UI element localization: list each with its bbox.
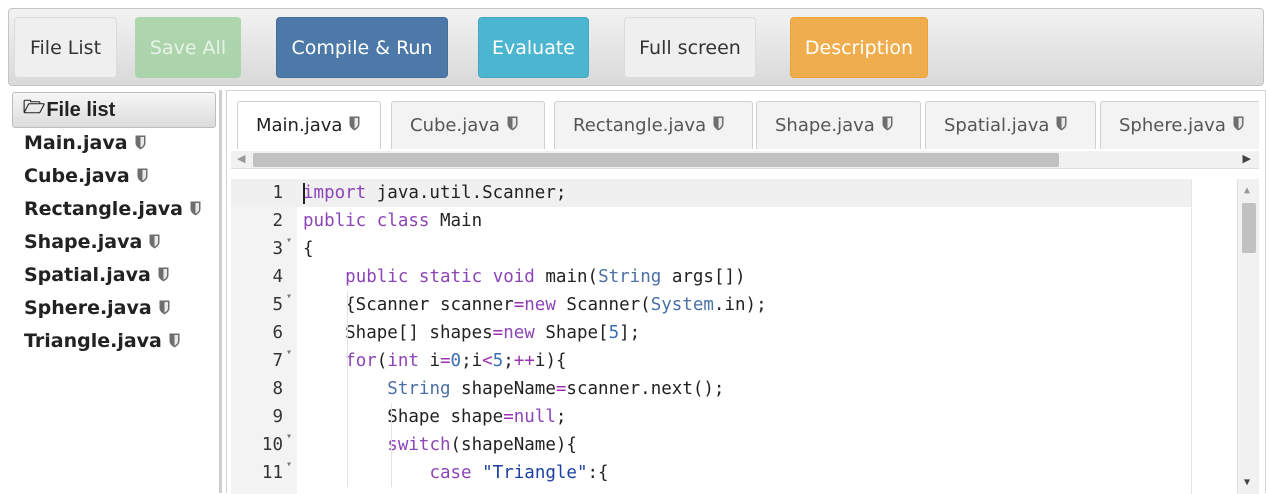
code-area[interactable]: ▲ ▼ 1 import java.util.Scanner; 2 public cl…	[231, 179, 1259, 494]
file-item-label: Main.java	[24, 132, 128, 154]
code-line[interactable]: 9 Shape shape=null;	[231, 403, 1191, 431]
description-button[interactable]: Description	[790, 17, 928, 78]
file-item[interactable]: Sphere.java	[24, 297, 170, 320]
file-item[interactable]: Main.java	[24, 132, 146, 155]
tab-sphere-java[interactable]: Sphere.java	[1100, 101, 1259, 149]
file-item[interactable]: Shape.java	[24, 231, 160, 254]
shield-icon	[135, 133, 146, 155]
shield-icon	[190, 199, 201, 221]
line-number: 4	[272, 267, 283, 287]
file-item-label: Shape.java	[24, 231, 143, 253]
tab-label: Shape.java	[775, 115, 875, 136]
code-text: case "Triangle":{	[429, 463, 609, 483]
tab-label: Main.java	[256, 115, 343, 136]
scroll-right-icon[interactable]: ▶	[1243, 152, 1251, 165]
shield-icon	[1056, 115, 1067, 136]
code-line[interactable]: 1 import java.util.Scanner;	[231, 179, 1191, 207]
shield-icon	[137, 166, 148, 188]
code-text: for(int i=0;i<5;++i){	[345, 351, 567, 371]
folder-open-icon: 🗁	[23, 97, 46, 117]
tab-shape-java[interactable]: Shape.java	[756, 101, 921, 149]
file-item-label: Spatial.java	[24, 264, 151, 286]
code-line[interactable]: 3 ▾{	[231, 235, 1191, 263]
code-text: switch(shapeName){	[387, 435, 577, 455]
code-line[interactable]: 4 public static void main(String args[])	[231, 263, 1191, 291]
fold-arrow-icon[interactable]: ▾	[286, 235, 1202, 246]
toolbar: File List Save All Compile & Run Evaluat…	[8, 8, 1264, 86]
shield-icon	[507, 115, 518, 136]
line-number: 7	[272, 351, 283, 371]
horizontal-scrollbar[interactable]: ◀ ▶	[231, 151, 1259, 169]
indent-guide	[391, 403, 392, 487]
editor-tabs: Main.java Cube.java Rectangle.java Shape.ja…	[227, 91, 1259, 151]
code-line[interactable]: 8 String shapeName=scanner.next();	[231, 375, 1191, 403]
shield-icon	[169, 331, 180, 353]
tab-label: Sphere.java	[1119, 115, 1226, 136]
file-item[interactable]: Spatial.java	[24, 264, 169, 287]
code-text: {	[303, 239, 314, 259]
scroll-down-icon[interactable]: ▼	[1244, 477, 1250, 488]
code-line[interactable]: 6 Shape[] shapes=new Shape[5];	[231, 319, 1191, 347]
print-margin	[1191, 179, 1192, 494]
tab-label: Spatial.java	[944, 115, 1050, 136]
tab-rectangle-java[interactable]: Rectangle.java	[554, 101, 753, 149]
tab-cube-java[interactable]: Cube.java	[391, 101, 545, 149]
line-number: 10	[261, 435, 283, 455]
file-item-label: Cube.java	[24, 165, 130, 187]
tab-main-java[interactable]: Main.java	[237, 101, 381, 149]
file-list-header[interactable]: 🗁 File list	[12, 92, 216, 128]
code-text: {Scanner scanner=new Scanner(System.in);	[303, 295, 767, 315]
file-item[interactable]: Cube.java	[24, 165, 148, 188]
code-line[interactable]: 11 ▾ case "Triangle":{	[231, 459, 1191, 487]
evaluate-button[interactable]: Evaluate	[478, 17, 589, 78]
file-item-label: Triangle.java	[24, 330, 162, 352]
horizontal-scroll-thumb[interactable]	[253, 153, 1059, 167]
compile-run-button[interactable]: Compile & Run	[276, 17, 448, 78]
file-list-button[interactable]: File List	[14, 17, 117, 78]
line-number: 3	[272, 239, 283, 259]
code-editor: Main.java Cube.java Rectangle.java Shape.ja…	[226, 90, 1266, 494]
line-number: 2	[272, 211, 283, 231]
line-number: 6	[272, 323, 283, 343]
line-number: 11	[261, 463, 283, 483]
file-item-label: Sphere.java	[24, 297, 152, 319]
tab-label: Rectangle.java	[573, 115, 707, 136]
code-text: public class Main	[303, 211, 483, 231]
file-item[interactable]: Rectangle.java	[24, 198, 201, 221]
code-line[interactable]: 10 ▾ switch(shapeName){	[231, 431, 1191, 459]
shield-icon	[158, 265, 169, 287]
shield-icon	[882, 115, 893, 136]
code-line[interactable]: 7 ▾ for(int i=0;i<5;++i){	[231, 347, 1191, 375]
scroll-left-icon[interactable]: ◀	[237, 152, 245, 165]
code-text: import java.util.Scanner;	[303, 183, 567, 203]
text-cursor	[303, 183, 305, 204]
vertical-scrollbar[interactable]: ▲ ▼	[1237, 179, 1259, 494]
file-item-label: Rectangle.java	[24, 198, 183, 220]
code-line[interactable]: 5 ▾ {Scanner scanner=new Scanner(System.i…	[231, 291, 1191, 319]
scroll-up-icon[interactable]: ▲	[1244, 185, 1250, 196]
code-text: Shape[] shapes=new Shape[5];	[303, 323, 641, 343]
shield-icon	[159, 298, 170, 320]
shield-icon	[149, 232, 160, 254]
tab-spatial-java[interactable]: Spatial.java	[925, 101, 1096, 149]
line-number: 9	[272, 407, 283, 427]
file-list-title: File list	[46, 98, 116, 121]
file-list-panel: 🗁 File list Main.java Cube.java Rectangle.…	[12, 90, 222, 493]
save-all-button[interactable]: Save All	[135, 17, 241, 78]
code-line[interactable]: 2 public class Main	[231, 207, 1191, 235]
code-text: public static void main(String args[])	[345, 267, 746, 287]
tab-label: Cube.java	[410, 115, 500, 136]
code-text: String shapeName=scanner.next();	[387, 379, 725, 399]
shield-icon	[1233, 115, 1244, 136]
line-number: 5	[272, 295, 283, 315]
vertical-scroll-thumb[interactable]	[1242, 203, 1256, 253]
indent-guide	[347, 291, 348, 487]
line-number: 8	[272, 379, 283, 399]
code-text: Shape shape=null;	[303, 407, 567, 427]
line-number: 1	[272, 183, 283, 203]
shield-icon	[713, 115, 724, 136]
shield-icon	[349, 115, 360, 136]
full-screen-button[interactable]: Full screen	[624, 17, 756, 78]
file-item[interactable]: Triangle.java	[24, 330, 180, 353]
